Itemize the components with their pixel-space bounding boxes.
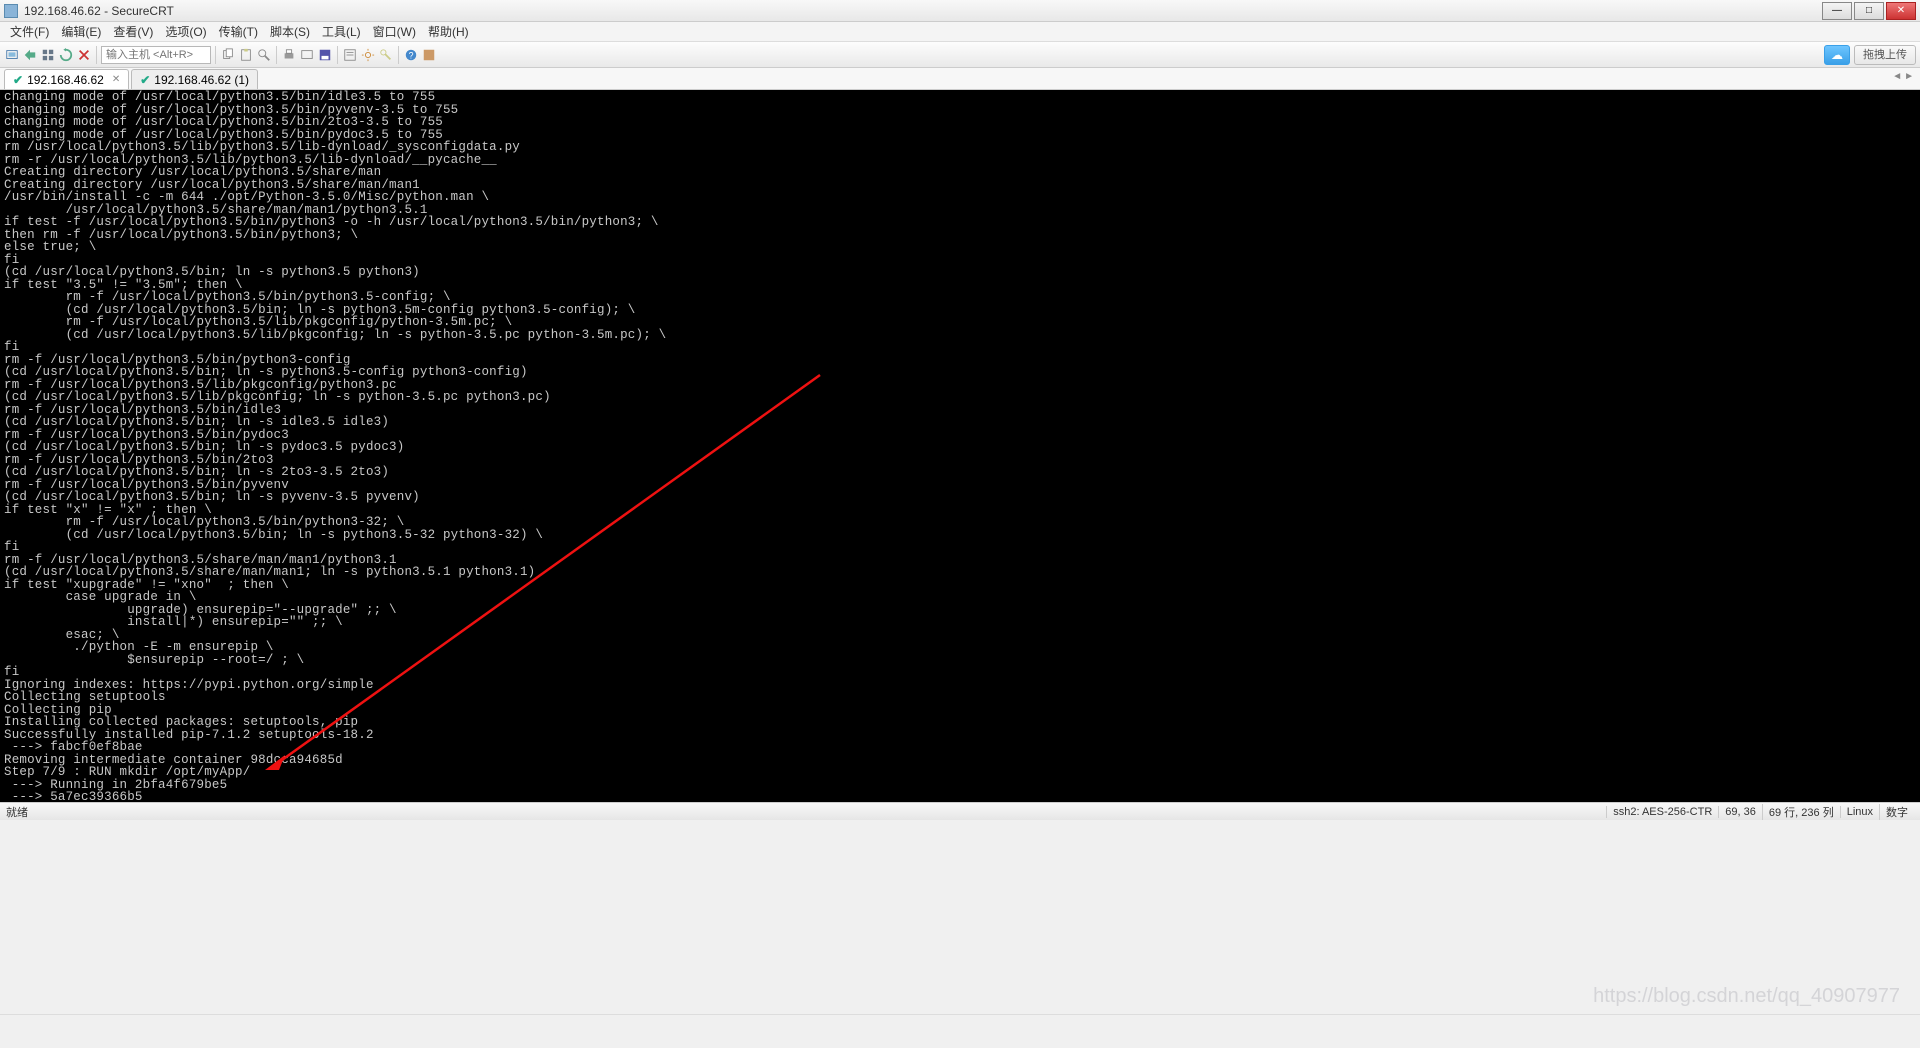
copy-icon[interactable]	[220, 47, 236, 63]
connect-icon[interactable]	[4, 47, 20, 63]
close-button[interactable]: ✕	[1886, 2, 1916, 20]
disconnect-icon[interactable]	[76, 47, 92, 63]
new-session-icon[interactable]	[299, 47, 315, 63]
toolbar: ? ☁ 拖拽上传	[0, 42, 1920, 68]
tab-label: 192.168.46.62	[27, 73, 104, 87]
toolbar-separator	[398, 46, 399, 64]
key-icon[interactable]	[378, 47, 394, 63]
menu-script[interactable]: 脚本(S)	[264, 23, 316, 40]
tab-session-1[interactable]: ✔ 192.168.46.62 ✕	[4, 69, 129, 89]
check-icon: ✔	[13, 73, 23, 87]
menu-view[interactable]: 查看(V)	[107, 23, 159, 40]
statusbar: 就绪 ssh2: AES-256-CTR 69, 36 69 行, 236 列 …	[0, 802, 1920, 820]
settings-icon[interactable]	[360, 47, 376, 63]
tab-session-2[interactable]: ✔ 192.168.46.62 (1)	[131, 69, 258, 89]
window-controls: — □ ✕	[1822, 2, 1916, 20]
menu-edit[interactable]: 编辑(E)	[55, 23, 107, 40]
toolbar-separator	[215, 46, 216, 64]
watermark: https://blog.csdn.net/qq_40907977	[1593, 985, 1900, 1008]
window-titlebar: 192.168.46.62 - SecureCRT — □ ✕	[0, 0, 1920, 22]
save-icon[interactable]	[317, 47, 333, 63]
quick-connect-icon[interactable]	[22, 47, 38, 63]
cloud-icon[interactable]: ☁	[1824, 45, 1850, 65]
status-extra: 数字	[1879, 804, 1914, 820]
host-input[interactable]	[101, 46, 211, 64]
session-manager-icon[interactable]	[40, 47, 56, 63]
help-icon[interactable]: ?	[403, 47, 419, 63]
status-term: Linux	[1840, 806, 1879, 818]
tab-next-icon[interactable]: ►	[1904, 71, 1914, 82]
tab-close-icon[interactable]: ✕	[112, 74, 120, 85]
find-icon[interactable]	[256, 47, 272, 63]
tab-nav: ◄ ►	[1892, 71, 1914, 82]
menu-help[interactable]: 帮助(H)	[422, 23, 475, 40]
status-size: 69 行, 236 列	[1762, 804, 1840, 820]
paste-icon[interactable]	[238, 47, 254, 63]
reconnect-icon[interactable]	[58, 47, 74, 63]
menu-tools[interactable]: 工具(L)	[316, 23, 367, 40]
status-cursor-pos: 69, 36	[1718, 806, 1762, 818]
maximize-button[interactable]: □	[1854, 2, 1884, 20]
check-icon: ✔	[140, 73, 150, 87]
tabbar: ✔ 192.168.46.62 ✕ ✔ 192.168.46.62 (1) ◄ …	[0, 68, 1920, 90]
toolbar-separator	[337, 46, 338, 64]
about-icon[interactable]	[421, 47, 437, 63]
window-title: 192.168.46.62 - SecureCRT	[24, 4, 1822, 18]
os-taskbar	[0, 1014, 1920, 1048]
menu-window[interactable]: 窗口(W)	[367, 23, 422, 40]
upload-button[interactable]: 拖拽上传	[1854, 45, 1916, 65]
print-icon[interactable]	[281, 47, 297, 63]
toolbar-separator	[276, 46, 277, 64]
menu-file[interactable]: 文件(F)	[4, 23, 55, 40]
terminal-output[interactable]: changing mode of /usr/local/python3.5/bi…	[0, 90, 1920, 802]
minimize-button[interactable]: —	[1822, 2, 1852, 20]
app-icon	[4, 4, 18, 18]
properties-icon[interactable]	[342, 47, 358, 63]
tab-label: 192.168.46.62 (1)	[154, 73, 249, 87]
tab-prev-icon[interactable]: ◄	[1892, 71, 1902, 82]
menu-transfer[interactable]: 传输(T)	[213, 23, 264, 40]
toolbar-separator	[96, 46, 97, 64]
menubar: 文件(F) 编辑(E) 查看(V) 选项(O) 传输(T) 脚本(S) 工具(L…	[0, 22, 1920, 42]
svg-text:?: ?	[409, 50, 414, 60]
menu-options[interactable]: 选项(O)	[159, 23, 212, 40]
status-left: 就绪	[6, 804, 28, 820]
status-protocol: ssh2: AES-256-CTR	[1606, 806, 1718, 818]
